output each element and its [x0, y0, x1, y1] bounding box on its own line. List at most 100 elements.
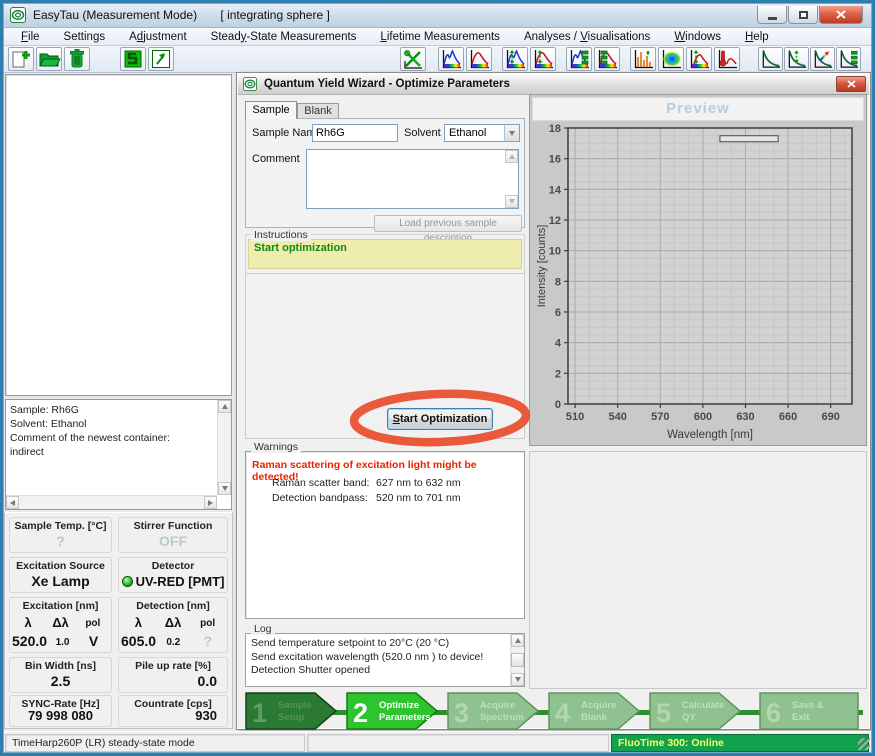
log-scroll-thumb[interactable] — [511, 653, 524, 667]
status-device-mode: TimeHarp260P (LR) steady-state mode — [5, 734, 305, 752]
wizard-close-button[interactable] — [836, 76, 866, 92]
wizard-titlebar[interactable]: Quantum Yield Wizard - Optimize Paramete… — [238, 74, 869, 95]
countrate-value: 930 — [119, 708, 227, 723]
adjustment-tools-icon[interactable] — [400, 47, 426, 71]
menu-help[interactable]: Help — [733, 29, 781, 45]
log-scroll-down-button[interactable] — [511, 673, 524, 686]
preview-chart: 510540570600630660690024681012141618Wave… — [534, 122, 864, 449]
wizard-step-2-optimize[interactable]: 2OptimizeParameters — [346, 692, 438, 735]
tres-map-icon[interactable] — [836, 47, 861, 71]
svg-text:Parameters: Parameters — [379, 712, 431, 723]
measurement-list[interactable] — [5, 74, 232, 396]
log-line: Send excitation wavelength (520.0 nm ) t… — [251, 651, 508, 665]
comment-textarea[interactable] — [306, 149, 519, 209]
sample-temp-label: Sample Temp. [°C] — [10, 520, 111, 532]
preview-chart-svg: 510540570600630660690024681012141618Wave… — [534, 122, 864, 444]
excitation-source-group: Excitation Source Xe Lamp — [9, 557, 112, 593]
minimize-button[interactable] — [757, 6, 787, 24]
decay-icon[interactable] — [758, 47, 783, 71]
menu-adjustment[interactable]: Adjustment — [117, 29, 199, 45]
contour-plot-icon[interactable] — [658, 47, 684, 71]
start-optimization-button[interactable]: Start Optimization — [387, 408, 493, 430]
emission-3d-map-icon[interactable] — [594, 47, 620, 71]
wizard-step-1-sample[interactable]: 1SampleSetup — [245, 692, 337, 735]
svg-text:630: 630 — [736, 411, 754, 423]
info-horizontal-scrollbar[interactable] — [6, 495, 217, 509]
menu-settings[interactable]: Settings — [52, 29, 118, 45]
sample-name-input[interactable] — [312, 124, 398, 142]
excitation-label: Excitation [nm] — [10, 600, 111, 612]
load-previous-sample-button[interactable]: Load previous sample description — [374, 215, 522, 232]
script-export-icon[interactable] — [148, 47, 174, 71]
solvent-dropdown-button[interactable] — [504, 125, 519, 141]
svg-text:5: 5 — [656, 698, 671, 728]
excitation-col-pol: pol — [77, 615, 109, 630]
menu-steady-state-measurements[interactable]: Steady-State Measurements — [199, 29, 369, 45]
toolbar-gap — [92, 47, 120, 71]
scroll-left-button[interactable] — [6, 496, 19, 509]
close-button[interactable] — [819, 6, 863, 24]
menu-analyses-visualisations[interactable]: Analyses / Visualisations — [512, 29, 662, 45]
new-measurement-icon[interactable] — [8, 47, 34, 71]
log-box: Send temperature setpoint to 20°C (20 °C… — [245, 633, 525, 687]
batch-mode-icon[interactable] — [120, 47, 146, 71]
info-vertical-scrollbar[interactable] — [217, 400, 231, 495]
svg-text:1: 1 — [252, 698, 267, 728]
svg-text:Optimize: Optimize — [379, 700, 419, 711]
toolbar-gap — [428, 47, 438, 71]
solvent-value: Ethanol — [449, 127, 486, 139]
warning-row: Raman scatter band:627 nm to 632 nm — [272, 476, 461, 491]
pileup-value: 0.0 — [119, 673, 227, 689]
wizard-step-3-acquire[interactable]: 3AcquireSpectrum — [447, 692, 539, 735]
wizard-step-6-save[interactable]: 6Save &Exit — [759, 692, 859, 735]
excitation-3d-map-icon[interactable] — [566, 47, 592, 71]
emission-series-icon[interactable] — [530, 47, 556, 71]
svg-text:12: 12 — [549, 215, 561, 227]
detection-col-lambda: λ — [121, 615, 156, 630]
wizard-step-4-acquire[interactable]: 4AcquireBlank — [548, 692, 640, 735]
detector-name: UV-RED [PMT] — [136, 574, 225, 589]
delete-icon[interactable] — [64, 47, 90, 71]
window-controls — [756, 6, 863, 24]
warning-details: Raman scatter band:627 nm to 632 nmDetec… — [272, 476, 461, 506]
temperature-series-icon[interactable] — [714, 47, 740, 71]
solvent-select[interactable]: Ethanol — [444, 124, 520, 142]
log-scroll-up-button[interactable] — [511, 634, 524, 647]
menu-windows[interactable]: Windows — [662, 29, 733, 45]
excitation-spectrum-icon[interactable] — [438, 47, 464, 71]
log-lines: Send temperature setpoint to 20°C (20 °C… — [251, 637, 508, 678]
detector-group: Detector UV-RED [PMT] — [118, 557, 228, 593]
resize-grip[interactable] — [858, 738, 870, 750]
maximize-button[interactable] — [788, 6, 818, 24]
open-file-icon[interactable] — [36, 47, 62, 71]
comment-scroll-up-button[interactable] — [505, 150, 518, 163]
excitation-series-icon[interactable] — [502, 47, 528, 71]
comment-scroll-down-button[interactable] — [505, 195, 518, 208]
svg-text:600: 600 — [694, 411, 712, 423]
emission-spectrum-icon[interactable] — [466, 47, 492, 71]
scroll-down-button[interactable] — [218, 482, 231, 495]
menu-lifetime-measurements[interactable]: Lifetime Measurements — [368, 29, 512, 45]
menu-file[interactable]: File — [9, 29, 52, 45]
svg-text:6: 6 — [555, 307, 561, 319]
scroll-up-button[interactable] — [218, 400, 231, 413]
decay-series-icon[interactable] — [784, 47, 809, 71]
excitation-wavelength: 520.0 — [12, 633, 47, 649]
sync-rate-value: 79 998 080 — [10, 708, 111, 723]
scroll-right-button[interactable] — [204, 496, 217, 509]
svg-text:4: 4 — [555, 338, 562, 350]
excitation-bandwidth: 1.0 — [47, 633, 78, 649]
wizard-step-5-calculate[interactable]: 5CalculateQY — [649, 692, 741, 735]
instructions-message: Start optimization — [248, 239, 522, 269]
tab-blank[interactable]: Blank — [297, 103, 339, 119]
emission-kinetics-icon[interactable] — [686, 47, 712, 71]
excitation-pol: V — [78, 633, 109, 649]
detector-led-icon — [122, 576, 133, 587]
sample-info-box[interactable]: Sample: Rh6GSolvent: EthanolComment of t… — [5, 399, 232, 510]
log-scrollbar[interactable] — [510, 634, 524, 686]
tab-sample[interactable]: Sample — [245, 101, 297, 119]
anisotropy-decay-icon[interactable] — [810, 47, 835, 71]
time-trace-icon[interactable] — [630, 47, 656, 71]
wizard-title: Quantum Yield Wizard - Optimize Paramete… — [264, 78, 510, 90]
preview-title: Preview — [532, 97, 864, 121]
